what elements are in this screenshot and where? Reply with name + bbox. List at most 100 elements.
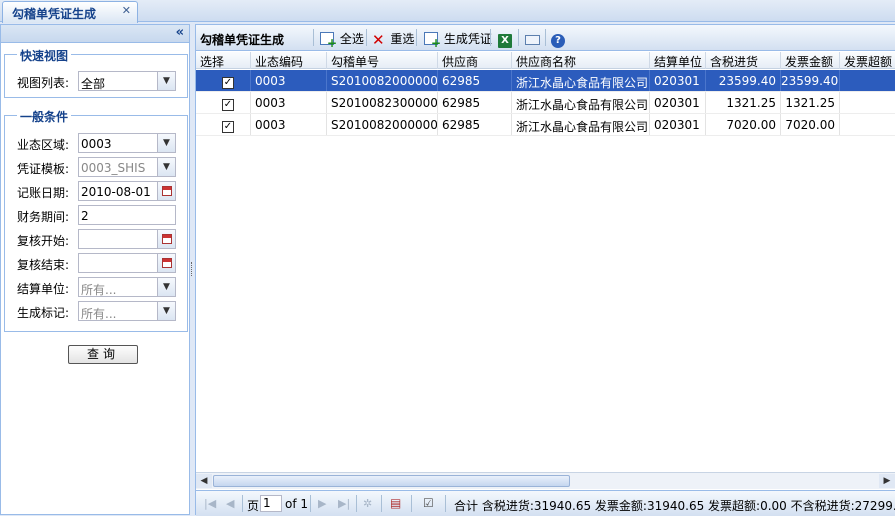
column-header-supplier-name[interactable]: 供应商名称 [512, 52, 650, 69]
column-header-invoice-excess[interactable]: 发票超额 [840, 52, 895, 69]
row-checkbox[interactable]: ✓ [222, 77, 234, 89]
condition-date-input[interactable] [78, 229, 158, 249]
results-panel: 勾稽单凭证生成 全选 ✕ 重选 生成凭证 X ? 选择业态编码勾稽单号供应商供应… [195, 24, 895, 516]
reselect-label: 重选 [390, 32, 415, 46]
cell-supplier-name: 浙江水晶心食品有限公司 [512, 114, 650, 135]
table-row[interactable]: ✓ 0003 S20100820000002 62985 浙江水晶心食品有限公司 0203… [196, 70, 895, 92]
table-row[interactable]: ✓ 0003 S20100820000001 62985 浙江水晶心食品有限公司 0203… [196, 114, 895, 136]
horizontal-scrollbar[interactable]: ◀ ▶ [196, 472, 895, 489]
toolbar-separator [445, 495, 446, 512]
condition-label: 复核结束: [17, 258, 70, 272]
cell-supplier: 62985 [438, 92, 512, 113]
calendar-button[interactable] [158, 253, 176, 273]
condition-row: 复核结束: [17, 253, 187, 273]
cell-supplier: 62985 [438, 114, 512, 135]
view-list-row: 视图列表: 全部 ▼ [17, 71, 187, 91]
toolbar-separator [310, 495, 311, 512]
condition-row: 财务期间: 2 [17, 205, 187, 225]
toolbar-separator [411, 495, 412, 512]
calendar-button[interactable] [158, 181, 176, 201]
condition-label: 复核开始: [17, 234, 70, 248]
condition-label: 生成标记: [17, 306, 70, 320]
select-all-button[interactable]: 全选 [320, 30, 364, 50]
condition-select[interactable]: 0003_SHIS [78, 157, 158, 177]
condition-row: 记账日期: 2010-08-01 [17, 181, 187, 201]
column-header-select[interactable]: 选择 [196, 52, 251, 69]
column-header-invoice-amount[interactable]: 发票金额 [781, 52, 840, 69]
column-header-supplier[interactable]: 供应商 [438, 52, 512, 69]
mail-button[interactable] [525, 32, 542, 46]
collapse-icon[interactable]: « [176, 25, 184, 40]
condition-label: 业态区域: [17, 138, 70, 152]
toolbar-separator [356, 495, 357, 512]
condition-label: 凭证模板: [17, 162, 70, 176]
help-button[interactable]: ? [551, 30, 567, 48]
excel-export-button[interactable]: X [498, 30, 514, 48]
page-count-label: of 1 [285, 497, 309, 511]
filter-panel-header: « [1, 25, 189, 43]
condition-select[interactable]: 所有... [78, 277, 158, 297]
cell-invoice-excess [840, 70, 895, 91]
prev-page-icon[interactable]: ◀ [226, 497, 234, 510]
cell-format-code: 0003 [251, 92, 327, 113]
last-page-icon[interactable]: ▶| [338, 497, 350, 510]
splitter-grip[interactable] [191, 262, 193, 276]
close-icon[interactable]: ✕ [122, 4, 131, 17]
help-icon: ? [551, 34, 565, 48]
toolbar-separator [490, 29, 491, 46]
column-header-reconcile-no[interactable]: 勾稽单号 [327, 52, 438, 69]
scroll-thumb[interactable] [213, 475, 570, 487]
condition-select[interactable]: 所有... [78, 301, 158, 321]
condition-date-input[interactable] [78, 253, 158, 273]
scroll-right-icon[interactable]: ▶ [879, 474, 895, 488]
toolbar-separator [242, 495, 243, 512]
cell-invoice-amount: 7020.00 [781, 114, 840, 135]
column-header-format-code[interactable]: 业态编码 [251, 52, 327, 69]
cell-settle-unit: 020301 [650, 70, 706, 91]
row-checkbox[interactable]: ✓ [222, 99, 234, 111]
print-icon[interactable]: ▤ [390, 496, 401, 510]
condition-row: 业态区域: 0003 ▼ [17, 133, 187, 153]
reselect-button[interactable]: ✕ 重选 [372, 30, 415, 48]
paging-bar: |◀ ◀ 页 1 of 1 ▶ ▶| ✲ ▤ ☑ 合计 含税进货:31940.6… [196, 490, 895, 516]
condition-date-input[interactable]: 2010-08-01 [78, 181, 158, 201]
general-conditions-group: 一般条件 业态区域: 0003 ▼ 凭证模板: 0003_SHIS ▼ 记账日期: 2010-… [4, 108, 188, 332]
chevron-down-icon[interactable]: ▼ [158, 301, 176, 321]
calendar-button[interactable] [158, 229, 176, 249]
mail-icon [525, 35, 540, 45]
column-header-tax-incl-purchase[interactable]: 含税进货 [706, 52, 781, 69]
tab-voucher-generation[interactable]: 勾稽单凭证生成 ✕ [2, 1, 138, 23]
refresh-icon[interactable]: ✲ [363, 497, 372, 510]
quick-view-legend: 快速视图 [17, 47, 72, 64]
chevron-down-icon[interactable]: ▼ [158, 157, 176, 177]
checklist-icon[interactable]: ☑ [423, 496, 434, 510]
toolbar-separator [366, 29, 367, 46]
toolbar-separator [381, 495, 382, 512]
page-number-input[interactable]: 1 [260, 495, 282, 512]
chevron-down-icon[interactable]: ▼ [158, 71, 176, 91]
generate-voucher-button[interactable]: 生成凭证 [424, 30, 492, 50]
condition-text-input[interactable]: 2 [78, 205, 176, 225]
cell-supplier: 62985 [438, 70, 512, 91]
first-page-icon[interactable]: |◀ [204, 497, 216, 510]
scroll-left-icon[interactable]: ◀ [196, 474, 212, 488]
column-header-settle-unit[interactable]: 结算单位 [650, 52, 706, 69]
query-button[interactable]: 查询 [68, 345, 138, 364]
row-checkbox[interactable]: ✓ [222, 121, 234, 133]
condition-select[interactable]: 0003 [78, 133, 158, 153]
toolbar-separator [313, 29, 314, 46]
table-row[interactable]: ✓ 0003 S20100823000002 62985 浙江水晶心食品有限公司 0203… [196, 92, 895, 114]
cell-reconcile-no: S20100820000001 [327, 114, 438, 135]
view-list-select[interactable]: 全部 [78, 71, 158, 91]
condition-label: 财务期间: [17, 210, 70, 224]
calendar-icon [161, 186, 172, 196]
chevron-down-icon[interactable]: ▼ [158, 277, 176, 297]
chevron-down-icon[interactable]: ▼ [158, 133, 176, 153]
cell-tax-incl-purchase: 7020.00 [706, 114, 781, 135]
filter-panel: « 快速视图 视图列表: 全部 ▼ 一般条件 业态区域: 0003 ▼ 凭证模板: 00… [0, 24, 190, 515]
cell-reconcile-no: S20100823000002 [327, 92, 438, 113]
select-cell: ✓ [196, 70, 251, 91]
next-page-icon[interactable]: ▶ [318, 497, 326, 510]
condition-row: 结算单位: 所有... ▼ [17, 277, 187, 297]
condition-label: 记账日期: [17, 186, 70, 200]
